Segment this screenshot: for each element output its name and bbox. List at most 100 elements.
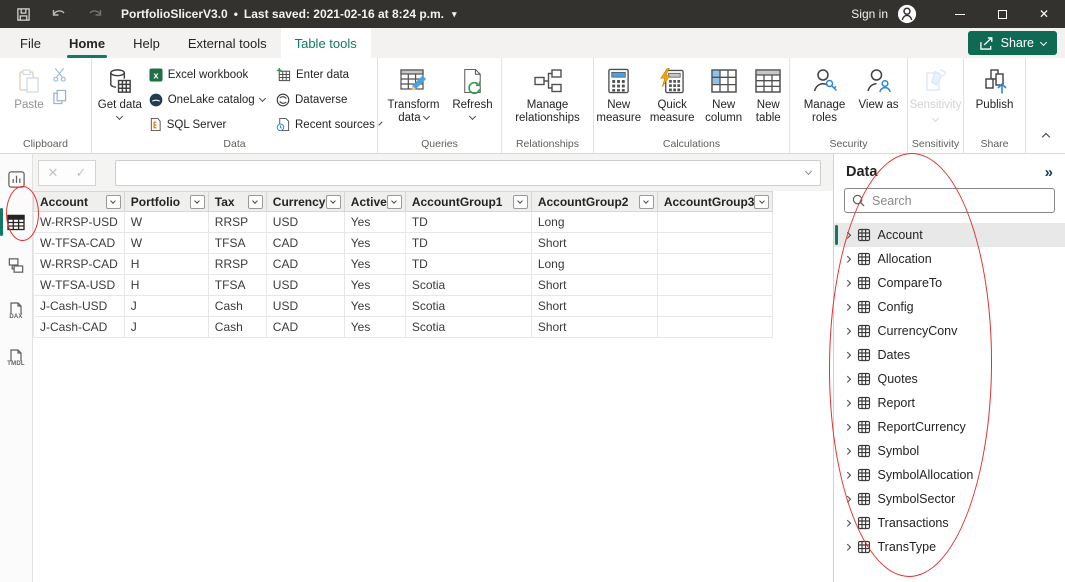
collapse-ribbon-button[interactable]	[1043, 127, 1049, 145]
column-filter-button[interactable]	[248, 195, 263, 209]
table-list-item-transtype[interactable]: TransType	[834, 535, 1065, 559]
table-cell[interactable]	[657, 275, 773, 296]
table-list-item-report[interactable]: Report	[834, 391, 1065, 415]
expand-chevron-icon[interactable]	[844, 256, 850, 262]
table-cell[interactable]: Short	[531, 296, 657, 317]
table-cell[interactable]: J	[124, 296, 208, 317]
table-cell[interactable]: TFSA	[208, 233, 266, 254]
expand-chevron-icon[interactable]	[844, 304, 850, 310]
table-cell[interactable]: RRSP	[208, 254, 266, 275]
table-cell[interactable]: H	[124, 275, 208, 296]
manage-roles-button[interactable]: Manage roles	[796, 61, 854, 137]
cut-icon[interactable]	[52, 67, 67, 82]
table-cell[interactable]: J-Cash-CAD	[34, 317, 125, 338]
transform-data-button[interactable]: Transform data	[381, 61, 447, 137]
column-filter-button[interactable]	[513, 195, 528, 209]
publish-button[interactable]: Publish	[969, 61, 1021, 137]
excel-workbook-button[interactable]: x Excel workbook	[144, 62, 271, 87]
table-list-item-quotes[interactable]: Quotes	[834, 367, 1065, 391]
table-cell[interactable]: W	[124, 212, 208, 233]
table-cell[interactable]: TD	[405, 233, 531, 254]
expand-chevron-icon[interactable]	[844, 544, 850, 550]
table-cell[interactable]: Yes	[344, 317, 405, 338]
table-cell[interactable]: W	[124, 233, 208, 254]
table-cell[interactable]: Scotia	[405, 296, 531, 317]
new-measure-button[interactable]: New measure	[594, 61, 643, 137]
column-header-accountgroup2[interactable]: AccountGroup2	[531, 192, 657, 212]
table-cell[interactable]: H	[124, 254, 208, 275]
expand-chevron-icon[interactable]	[844, 496, 850, 502]
expand-chevron-icon[interactable]	[844, 400, 850, 406]
sign-in-button[interactable]: Sign in	[851, 4, 917, 24]
search-input[interactable]	[872, 194, 1047, 208]
model-view-button[interactable]	[0, 248, 33, 282]
column-header-active[interactable]: Active	[344, 192, 405, 212]
table-list-item-currencyconv[interactable]: CurrencyConv	[834, 319, 1065, 343]
recent-sources-button[interactable]: Recent sources	[271, 112, 377, 137]
table-cell[interactable]: CAD	[266, 254, 344, 275]
search-box[interactable]	[844, 188, 1055, 213]
table-cell[interactable]: W-TFSA-USD	[34, 275, 125, 296]
table-list-item-reportcurrency[interactable]: ReportCurrency	[834, 415, 1065, 439]
view-as-button[interactable]: View as	[856, 61, 902, 137]
expand-chevron-icon[interactable]	[844, 448, 850, 454]
table-cell[interactable]: J-Cash-USD	[34, 296, 125, 317]
table-cell[interactable]: Cash	[208, 296, 266, 317]
commit-formula-icon[interactable]: ✓	[76, 165, 87, 181]
table-list-item-compareto[interactable]: CompareTo	[834, 271, 1065, 295]
table-cell[interactable]: TFSA	[208, 275, 266, 296]
new-table-button[interactable]: New table	[747, 61, 789, 137]
table-cell[interactable]	[657, 317, 773, 338]
table-cell[interactable]: J	[124, 317, 208, 338]
column-filter-button[interactable]	[387, 195, 402, 209]
expand-chevron-icon[interactable]	[844, 376, 850, 382]
table-cell[interactable]	[657, 233, 773, 254]
table-cell[interactable]: USD	[266, 296, 344, 317]
new-column-button[interactable]: New column	[701, 61, 747, 137]
column-header-accountgroup1[interactable]: AccountGroup1	[405, 192, 531, 212]
table-list-item-allocation[interactable]: Allocation	[834, 247, 1065, 271]
tab-home[interactable]: Home	[55, 28, 119, 58]
undo-icon[interactable]	[51, 7, 67, 21]
table-list-item-config[interactable]: Config	[834, 295, 1065, 319]
table-cell[interactable]: RRSP	[208, 212, 266, 233]
formula-expand-icon[interactable]	[805, 168, 812, 175]
table-cell[interactable]: W-RRSP-CAD	[34, 254, 125, 275]
table-cell[interactable]: Short	[531, 233, 657, 254]
paste-button[interactable]: Paste	[6, 61, 52, 137]
table-cell[interactable]	[657, 296, 773, 317]
column-header-currency[interactable]: Currency	[266, 192, 344, 212]
table-list-item-account[interactable]: Account	[834, 223, 1065, 247]
dataverse-button[interactable]: Dataverse	[271, 87, 377, 112]
table-cell[interactable]	[657, 212, 773, 233]
column-filter-button[interactable]	[754, 195, 769, 209]
expand-chevron-icon[interactable]	[844, 472, 850, 478]
table-cell[interactable]: Yes	[344, 212, 405, 233]
expand-chevron-icon[interactable]	[844, 328, 850, 334]
tab-help[interactable]: Help	[119, 28, 174, 58]
table-cell[interactable]	[657, 254, 773, 275]
table-cell[interactable]: Yes	[344, 233, 405, 254]
expand-chevron-icon[interactable]	[844, 520, 850, 526]
table-list-item-symbol[interactable]: Symbol	[834, 439, 1065, 463]
column-header-account[interactable]: Account	[34, 192, 125, 212]
maximize-button[interactable]	[981, 0, 1023, 28]
table-cell[interactable]: TD	[405, 212, 531, 233]
table-cell[interactable]: Yes	[344, 296, 405, 317]
tab-table-tools[interactable]: Table tools	[281, 28, 371, 58]
tmdl-view-button[interactable]: TMDL	[0, 341, 33, 375]
report-view-button[interactable]	[0, 162, 33, 196]
expand-chevron-icon[interactable]	[844, 280, 850, 286]
table-list-item-symbolallocation[interactable]: SymbolAllocation	[834, 463, 1065, 487]
column-filter-button[interactable]	[639, 195, 654, 209]
expand-chevron-icon[interactable]	[844, 232, 850, 238]
table-cell[interactable]: Short	[531, 317, 657, 338]
onelake-catalog-button[interactable]: OneLake catalog	[144, 87, 271, 112]
minimize-button[interactable]	[939, 0, 981, 28]
sensitivity-button[interactable]: Sensitivity	[908, 61, 963, 137]
column-filter-button[interactable]	[326, 195, 341, 209]
table-cell[interactable]: Scotia	[405, 317, 531, 338]
tab-external-tools[interactable]: External tools	[174, 28, 281, 58]
table-list-item-symbolsector[interactable]: SymbolSector	[834, 487, 1065, 511]
column-filter-button[interactable]	[106, 195, 121, 209]
